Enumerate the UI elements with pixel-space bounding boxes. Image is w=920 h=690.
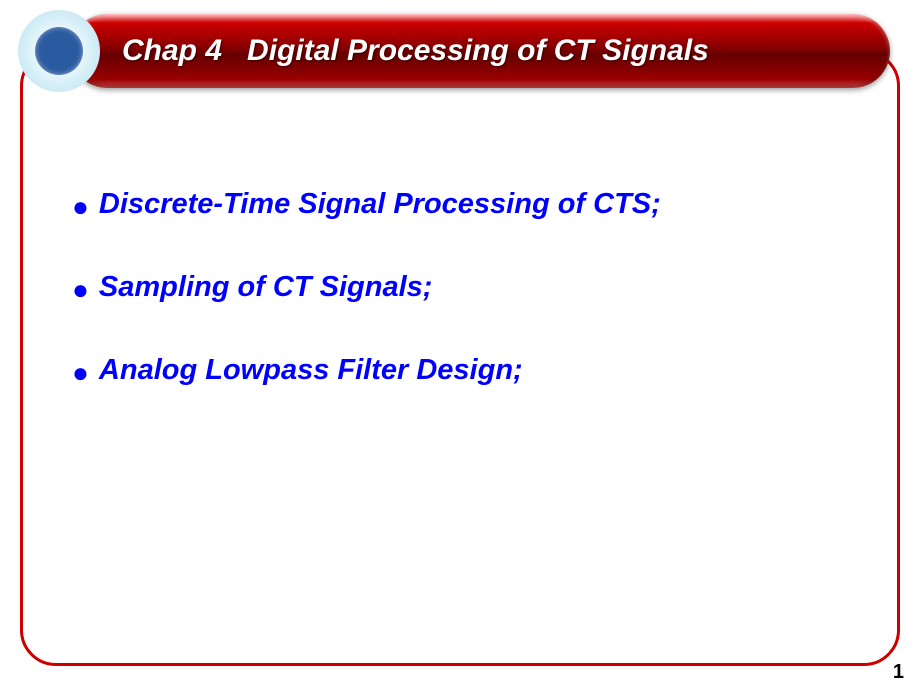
- chapter-title-bar: Chap 4 Digital Processing of CT Signals: [70, 14, 890, 88]
- university-logo: [18, 10, 100, 92]
- content-frame: [20, 50, 900, 666]
- chapter-title-text: Chap 4 Digital Processing of CT Signals: [122, 34, 709, 68]
- logo-seal: [35, 27, 83, 75]
- page-number: 1: [893, 661, 904, 684]
